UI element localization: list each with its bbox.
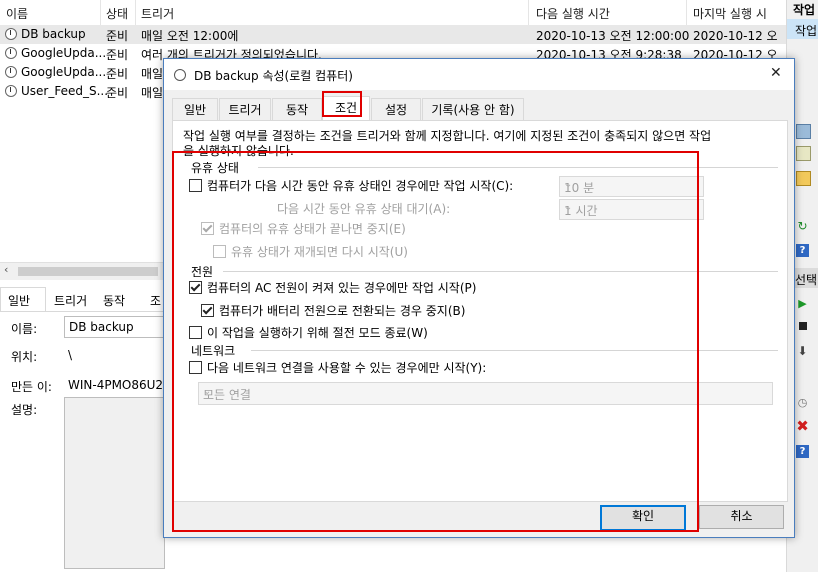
author-label: 만든 이:: [11, 380, 52, 394]
idle-group-label: 유휴 상태: [191, 159, 243, 176]
ac-power-checkbox[interactable]: [189, 281, 202, 294]
scroll-left-arrow-icon[interactable]: ‹: [4, 263, 8, 276]
wake-to-run-checkbox[interactable]: [189, 326, 202, 339]
task-status: 준비: [106, 48, 129, 62]
task-clock-icon: [5, 66, 17, 78]
task-name: User_Feed_S...: [21, 84, 109, 98]
help-icon[interactable]: ?: [796, 244, 809, 257]
task-name: GoogleUpda...: [21, 46, 107, 60]
task-status: 준비: [106, 86, 129, 100]
task-name: DB backup: [21, 27, 86, 41]
close-icon[interactable]: ✕: [770, 65, 782, 81]
stop-if-not-idle-checkbox[interactable]: [201, 222, 214, 235]
folder-icon[interactable]: [796, 171, 811, 186]
restart-idle-checkbox[interactable]: [213, 245, 226, 258]
name-field[interactable]: DB backup: [64, 316, 165, 338]
task-clock-icon: [5, 85, 17, 97]
column-header-name[interactable]: 이름: [6, 5, 28, 22]
refresh-icon[interactable]: ↻: [796, 220, 809, 233]
column-header-status[interactable]: 상태: [106, 5, 128, 22]
dialog-title: DB backup 속성(로컬 컴퓨터): [194, 69, 353, 83]
name-label: 이름:: [11, 322, 38, 336]
stop-on-battery-checkbox[interactable]: [201, 304, 214, 317]
task-clock-icon: [174, 69, 186, 81]
description-field[interactable]: [64, 397, 165, 569]
task-clock-icon: [5, 28, 17, 40]
task-trigger: 매일 오전 12:00에: [141, 29, 239, 43]
author-value: WIN-4PMO86U2D: [68, 378, 173, 392]
task-next-run: 2020-10-13 오전 12:00:00: [536, 29, 690, 43]
cancel-button[interactable]: 취소: [699, 505, 784, 529]
task-clock-icon: [5, 47, 17, 59]
task-trigger: 매일: [141, 86, 164, 100]
scrollbar-thumb[interactable]: [18, 267, 158, 276]
power-group-label: 전원: [191, 263, 218, 280]
table-row[interactable]: DB backup 준비 매일 오전 12:00에 2020-10-13 오전 …: [0, 25, 786, 44]
task-trigger: 매일: [141, 67, 164, 81]
chevron-down-icon: ⌄: [564, 179, 573, 190]
network-group-label: 네트워크: [191, 342, 240, 359]
tab-triggers[interactable]: 트리거: [219, 98, 271, 121]
task-status: 준비: [106, 29, 129, 43]
network-label[interactable]: 다음 네트워크 연결을 사용할 수 있는 경우에만 시작(Y):: [207, 359, 486, 376]
ac-power-label[interactable]: 컴퓨터의 AC 전원이 켜져 있는 경우에만 작업 시작(P): [207, 279, 476, 296]
idle-start-label[interactable]: 컴퓨터가 다음 시간 동안 유휴 상태인 경우에만 작업 시작(C):: [207, 177, 513, 194]
column-header-next-run[interactable]: 다음 실행 시간: [536, 5, 610, 22]
intro-text-line2: 을 실행하지 않습니다.: [183, 144, 294, 158]
delete-icon[interactable]: ✖: [796, 419, 809, 434]
ok-button[interactable]: 확인: [600, 505, 686, 531]
column-header-last-run[interactable]: 마지막 실행 시: [693, 5, 767, 22]
chevron-down-icon: ⌄: [203, 386, 212, 397]
wait-idle-label: 다음 시간 동안 유휴 상태 대기(A):: [277, 202, 451, 216]
task-list-header: 이름 상태 트리거 다음 실행 시간 마지막 실행 시: [0, 0, 786, 26]
properties-icon[interactable]: ◷: [796, 396, 809, 409]
idle-duration-select[interactable]: 10 분 ⌄: [559, 176, 704, 197]
task-status: 준비: [106, 67, 129, 81]
network-checkbox[interactable]: [189, 361, 202, 374]
task-list-icon[interactable]: [796, 146, 811, 161]
help-icon[interactable]: ?: [796, 445, 809, 458]
chevron-down-icon: ⌄: [564, 202, 573, 213]
stop-if-not-idle-label: 컴퓨터의 유휴 상태가 끝나면 중지(E): [219, 222, 406, 236]
task-folder-icon[interactable]: [796, 124, 811, 139]
tab-conditions[interactable]: 조건: [322, 96, 370, 121]
wake-to-run-label[interactable]: 이 작업을 실행하기 위해 절전 모드 종료(W): [207, 324, 428, 341]
lower-pane-tabs: 일반 트리거 동작 조: [0, 287, 170, 312]
end-icon[interactable]: [799, 322, 807, 330]
actions-pane-subheader[interactable]: 작업: [787, 19, 818, 39]
lower-tab-actions[interactable]: 동작: [103, 292, 125, 309]
dialog-titlebar[interactable]: DB backup 속성(로컬 컴퓨터) ✕: [164, 59, 794, 90]
actions-pane-header: 작업: [793, 3, 816, 17]
run-icon[interactable]: ▶: [796, 297, 809, 310]
column-header-trigger[interactable]: 트리거: [141, 5, 174, 22]
task-last-run: 2020-10-12 오: [693, 29, 778, 43]
task-name: GoogleUpda...: [21, 65, 107, 79]
network-connection-select[interactable]: 모든 연결 ⌄: [198, 382, 773, 405]
properties-dialog: DB backup 속성(로컬 컴퓨터) ✕ 일반 트리거 동작 조건 설정 기…: [163, 58, 795, 538]
wait-duration-select[interactable]: 1 시간 ⌄: [559, 199, 704, 220]
stop-on-battery-label[interactable]: 컴퓨터가 배터리 전원으로 전환되는 경우 중지(B): [219, 302, 465, 319]
location-label: 위치:: [11, 350, 38, 364]
location-value: \: [68, 348, 73, 362]
restart-idle-label: 유휴 상태가 재개되면 다시 시작(U): [231, 245, 408, 259]
conditions-panel: 작업 실행 여부를 결정하는 조건을 트리거와 함께 지정합니다. 여기에 지정…: [172, 120, 788, 502]
tab-actions[interactable]: 동작: [272, 98, 322, 121]
lower-tab-general-label[interactable]: 일반: [8, 292, 30, 309]
tab-general[interactable]: 일반: [172, 98, 218, 121]
disable-icon[interactable]: ⬇: [796, 345, 809, 358]
tab-settings[interactable]: 설정: [371, 98, 421, 121]
description-label: 설명:: [11, 403, 38, 417]
idle-start-checkbox[interactable]: [189, 179, 202, 192]
tab-history[interactable]: 기록(사용 안 함): [422, 98, 524, 121]
lower-tab-conditions[interactable]: 조: [150, 292, 161, 309]
lower-tab-triggers[interactable]: 트리거: [54, 292, 87, 309]
